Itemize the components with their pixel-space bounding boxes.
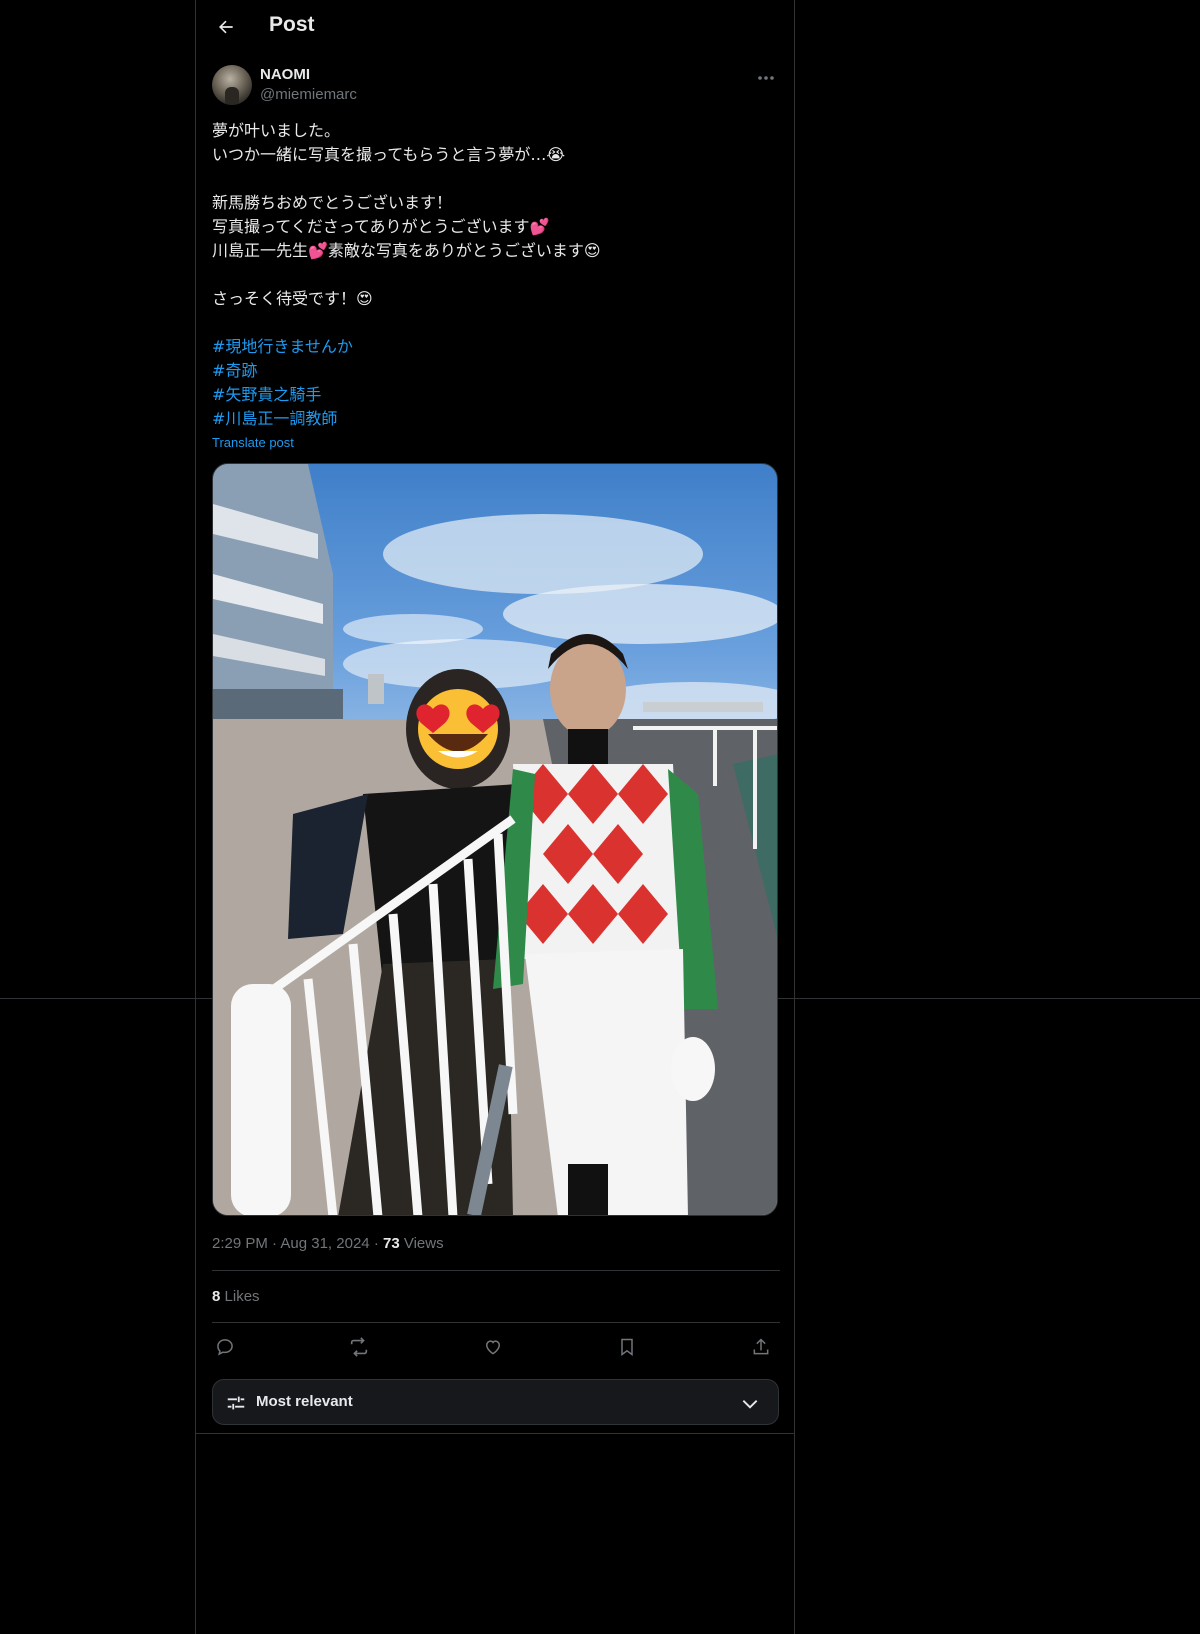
repost-icon [350,1337,368,1357]
share-icon [753,1338,769,1355]
hashtag-link[interactable]: #現地行きませんか [212,335,780,359]
post-text-line [212,311,780,335]
divider [212,1322,780,1323]
action-bar [212,1334,780,1360]
post-author: NAOMI @miemiemarc [212,64,780,106]
heart-icon [485,1340,501,1355]
avatar[interactable] [212,65,252,105]
post-text-line: 写真撮ってくださってありがとうございます💕 [212,217,550,236]
more-horizontal-icon [758,76,774,80]
post-photo[interactable] [212,463,778,1216]
likes-count: 8 [212,1288,221,1305]
meta-separator: · [272,1235,278,1252]
replies-sort-dropdown[interactable]: Most relevant [212,1379,779,1425]
meta-separator: · [373,1235,379,1252]
chevron-down-icon [742,1400,758,1409]
hashtag-link[interactable]: #矢野貴之騎手 [212,383,780,407]
hashtag-link[interactable]: #川島正一調教師 [212,407,780,431]
divider [212,1270,780,1271]
more-options-button[interactable] [754,68,778,88]
post-text-line: 夢が叶いました。 [212,121,341,140]
post-metadata: 2:29 PM · Aug 31, 2024 · 73 Views [212,1235,444,1252]
author-handle[interactable]: @miemiemarc [260,86,357,103]
repost-button[interactable] [346,1334,372,1360]
reply-icon [217,1339,233,1356]
likes-label: Likes [224,1288,260,1305]
reply-button[interactable] [212,1334,238,1360]
like-button[interactable] [480,1334,506,1360]
page-title: Post [269,13,315,36]
share-button[interactable] [748,1334,774,1360]
hashtag-link[interactable]: #奇跡 [212,359,780,383]
author-display-name[interactable]: NAOMI [260,66,310,83]
post-text-line [212,167,780,191]
likes-summary[interactable]: 8 Likes [212,1288,260,1305]
bookmark-button[interactable] [614,1334,640,1360]
back-button[interactable] [211,12,241,42]
post-text-line: いつか一緒に写真を撮ってもらうと言う夢が…😭 [212,145,566,164]
post-text: 夢が叶いました。 いつか一緒に写真を撮ってもらうと言う夢が…😭 新馬勝ちおめでと… [212,119,780,431]
post-header: Post [196,0,794,53]
arrow-left-icon [219,20,233,34]
sliders-icon [227,1396,245,1410]
post-date[interactable]: Aug 31, 2024 [280,1235,369,1252]
post-time[interactable]: 2:29 PM [212,1235,268,1252]
post-column: Post NAOMI @miemiemarc 夢が叶いました。 いつか一緒に写真… [195,0,795,1634]
post-text-line: 新馬勝ちおめでとうございます！ [212,193,453,212]
views-count: 73 [382,1235,400,1252]
photo-illustration [213,464,777,1215]
divider [196,1433,794,1434]
views-label: Views [403,1235,444,1252]
bookmark-icon [621,1338,633,1356]
post-text-line [212,263,780,287]
post-text-line: さっそく待受です！😍 [212,289,373,308]
post-text-line: 川島正一先生💕素敵な写真をありがとうございます😍 [212,241,601,260]
sort-label: Most relevant [256,1393,353,1410]
translate-post-link[interactable]: Translate post [212,435,294,450]
